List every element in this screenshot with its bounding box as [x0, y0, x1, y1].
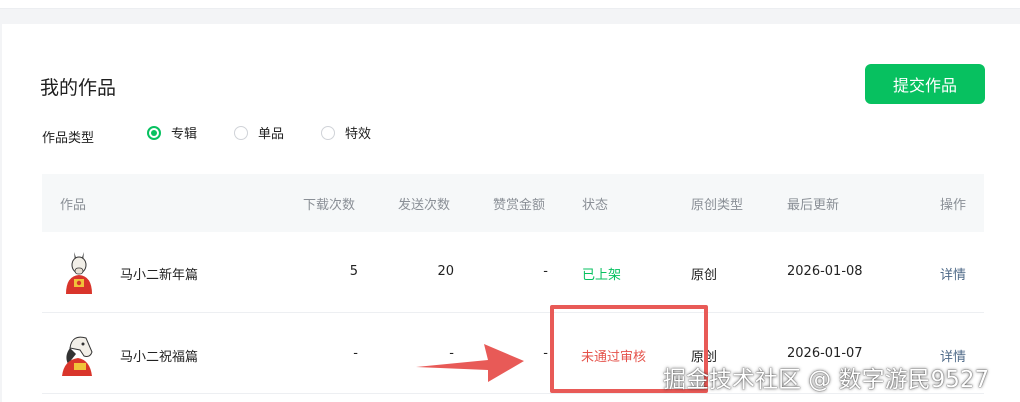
- horse-blessing-thumbnail: [62, 336, 93, 376]
- row2-updated: 2026-01-07: [787, 346, 863, 361]
- row1-original-type: 原创: [691, 268, 718, 283]
- radio-album[interactable]: 专辑: [147, 123, 197, 142]
- header-sends: 发送次数: [398, 198, 451, 213]
- row1-updated: 2026-01-08: [787, 264, 863, 279]
- top-bar: [0, 0, 1020, 9]
- radio-single-label: 单品: [258, 127, 285, 142]
- row2-name: 马小二祝福篇: [120, 350, 199, 365]
- radio-single[interactable]: 单品: [234, 123, 284, 142]
- header-original-type: 原创类型: [691, 198, 744, 213]
- work-type-label: 作品类型: [42, 131, 95, 146]
- row1-name: 马小二新年篇: [120, 268, 199, 283]
- radio-unchecked-icon: [321, 125, 335, 140]
- row1-downloads: 5: [349, 264, 358, 279]
- row1-reward: -: [543, 264, 548, 279]
- radio-effect-label: 特效: [345, 127, 372, 142]
- header-action: 操作: [940, 198, 967, 213]
- radio-album-label: 专辑: [171, 127, 198, 142]
- horse-newyear-thumbnail: [66, 252, 92, 294]
- header-work: 作品: [60, 198, 87, 213]
- row1-sends: 20: [437, 264, 454, 279]
- radio-checked-icon: [147, 125, 161, 140]
- radio-effect[interactable]: 特效: [321, 123, 371, 142]
- header-reward: 赞赏金额: [493, 198, 546, 213]
- radio-unchecked-icon: [234, 125, 248, 140]
- submit-work-button[interactable]: 提交作品: [865, 64, 985, 104]
- watermark: 掘金技术社区 @ 数字游民9527: [663, 367, 990, 393]
- header-downloads: 下载次数: [303, 198, 356, 213]
- row2-downloads: -: [353, 346, 358, 361]
- row1-details-link[interactable]: 详情: [940, 264, 966, 283]
- header-last-updated: 最后更新: [787, 198, 840, 213]
- annotation-arrow-icon: [416, 344, 524, 382]
- header-status: 状态: [582, 198, 609, 213]
- row-divider: [42, 312, 984, 313]
- row1-status: 已上架: [582, 268, 622, 283]
- page-title: 我的作品: [40, 77, 117, 99]
